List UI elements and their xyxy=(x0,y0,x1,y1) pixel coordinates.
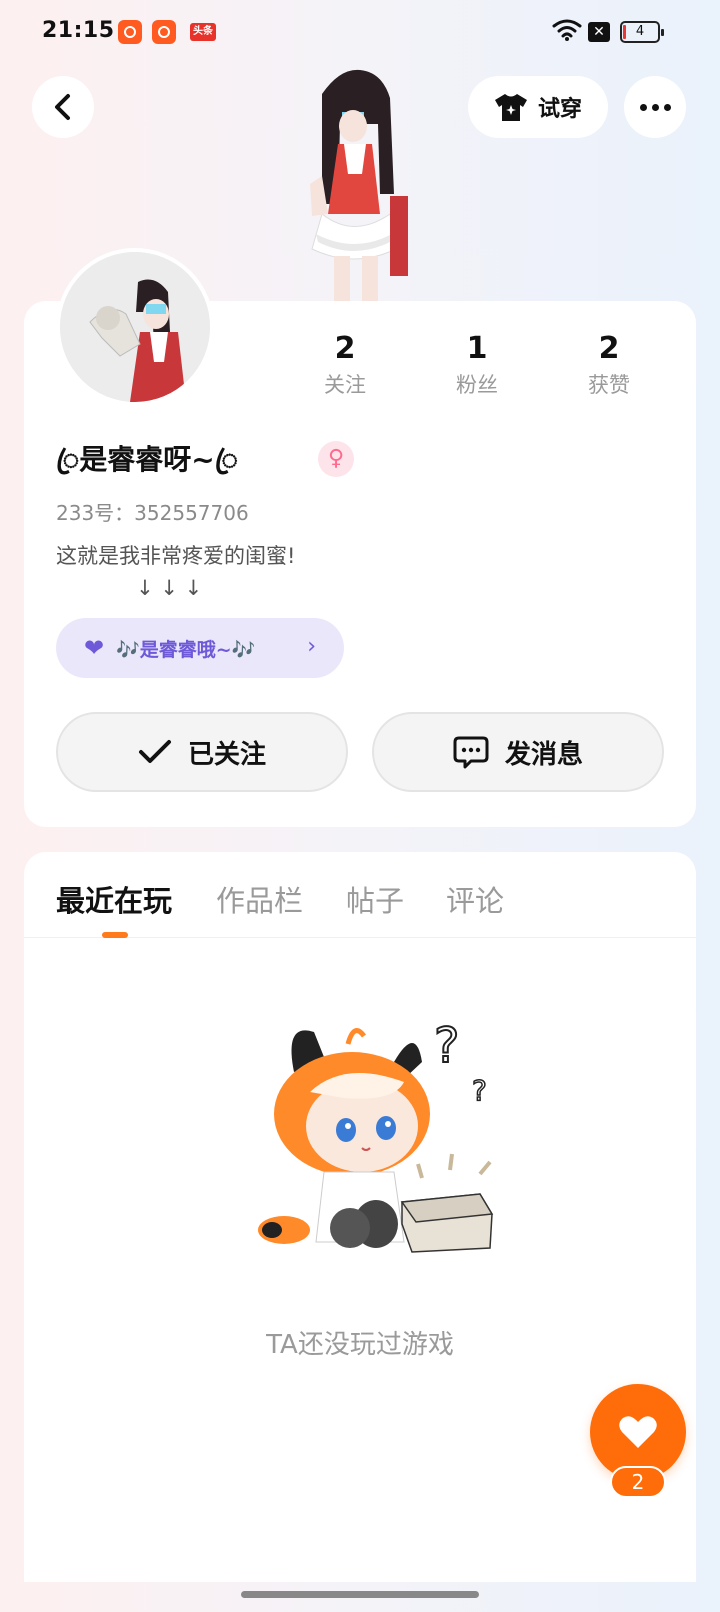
more-options-button[interactable] xyxy=(624,76,686,138)
send-message-button[interactable]: 发消息 xyxy=(372,712,664,792)
tab-comments[interactable]: 评论 xyxy=(446,878,504,920)
linked-friend-name: 🎶是睿睿哦~🎶 xyxy=(116,638,256,661)
battery-icon: 4 xyxy=(620,21,664,43)
followers-count: 1 xyxy=(466,331,488,366)
kuaishou-app-icon xyxy=(118,20,142,44)
followers-label: 粉丝 xyxy=(456,373,498,397)
status-bar: 21:15 头条 ✕ 4 xyxy=(0,0,720,64)
tshirt-icon xyxy=(494,94,527,121)
back-button[interactable] xyxy=(32,76,94,138)
empty-state-message: TA还没玩过游戏 xyxy=(266,1330,454,1360)
try-on-label: 试穿 xyxy=(537,97,582,122)
likes-count: 2 xyxy=(598,331,620,366)
tab-recently-played[interactable]: 最近在玩 xyxy=(56,878,172,920)
tab-bar: 最近在玩 作品栏 帖子 评论 xyxy=(24,852,696,938)
svg-text:?: ? xyxy=(434,1018,459,1074)
likes-stat[interactable]: 2 获赞 xyxy=(554,330,664,400)
following-label: 关注 xyxy=(324,373,366,397)
user-id[interactable]: 233号：352557706 xyxy=(56,497,249,526)
send-message-label: 发消息 xyxy=(504,739,583,770)
tab-works[interactable]: 作品栏 xyxy=(216,878,303,920)
nickname: ꦿ是睿睿呀~ꦿ xyxy=(56,443,239,476)
active-tab-indicator xyxy=(102,932,128,938)
wifi-icon xyxy=(552,19,582,41)
try-on-button[interactable]: 试穿 xyxy=(468,76,608,138)
chevron-left-icon xyxy=(55,94,70,120)
following-button[interactable]: 已关注 xyxy=(56,712,348,792)
avatar-character-figure xyxy=(310,69,408,302)
status-time: 21:15 xyxy=(42,18,115,43)
heart-icon xyxy=(619,1416,657,1448)
tab-posts[interactable]: 帖子 xyxy=(346,878,404,920)
empty-state-illustration: ? ? xyxy=(258,1017,494,1253)
profile-stats: 2 关注 1 粉丝 2 获赞 xyxy=(290,330,690,410)
bio: 这就是我非常疼爱的闺蜜! ↓ ↓ ↓ xyxy=(56,544,296,600)
chevron-right-icon: › xyxy=(307,634,316,659)
following-button-label: 已关注 xyxy=(187,739,266,770)
heart-icon: ❤ xyxy=(84,634,105,662)
like-count-badge: 2 xyxy=(610,1466,666,1498)
content-card: 最近在玩 作品栏 帖子 评论 ? ? TA还没玩过游戏 xyxy=(24,852,696,1582)
kuaishou-app-icon xyxy=(152,20,176,44)
x-icon: ✕ xyxy=(588,22,610,42)
svg-text:?: ? xyxy=(472,1074,487,1107)
gender-female-icon: ♀ xyxy=(318,441,354,477)
chat-bubble-icon xyxy=(453,736,489,769)
followers-stat[interactable]: 1 粉丝 xyxy=(422,330,532,400)
following-count: 2 xyxy=(334,331,356,366)
toutiao-app-icon: 头条 xyxy=(190,23,216,41)
avatar[interactable] xyxy=(56,248,214,406)
home-indicator[interactable] xyxy=(241,1591,479,1598)
likes-label: 获赞 xyxy=(588,373,630,397)
more-dots-icon xyxy=(639,103,647,111)
linked-friend-tag[interactable]: ❤ 🎶是睿睿哦~🎶 › xyxy=(56,618,344,678)
check-icon xyxy=(138,740,171,763)
following-stat[interactable]: 2 关注 xyxy=(290,330,400,400)
